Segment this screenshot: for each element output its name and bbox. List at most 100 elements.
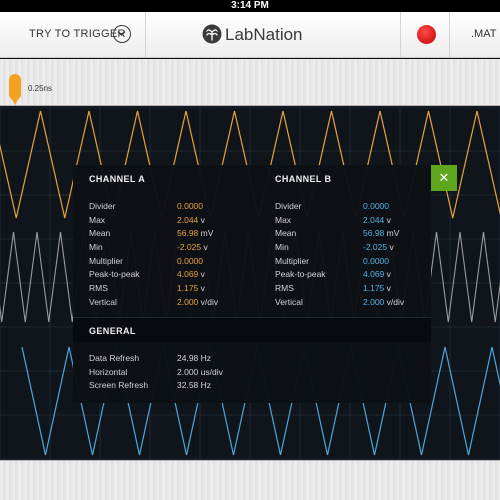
measurement-value: 2.044 v <box>363 215 391 225</box>
measurement-number: 56.98 <box>177 228 199 239</box>
measurement-label: Peak-to-peak <box>89 269 140 280</box>
measurement-unit: v <box>384 214 391 225</box>
measurement-unit: v <box>384 269 391 280</box>
status-bar: 3:14 PM <box>0 0 500 12</box>
measurement-row: Max 2.044 v <box>275 215 425 229</box>
chevron-down-icon <box>113 25 131 43</box>
measurement-value: 2.000 v/div <box>177 297 218 307</box>
measurement-label: Peak-to-peak <box>275 269 326 280</box>
measurement-label: Screen Refresh <box>89 380 149 391</box>
measurement-label: Divider <box>275 201 302 211</box>
measurement-value: 24.98 Hz <box>177 353 211 363</box>
measurement-unit: mV <box>198 228 214 239</box>
measurement-number: 0.0000 <box>363 201 389 211</box>
channel-a-measurements: Divider 0.0000 Max 2.044 v Mean 56.98 mV Min -2… <box>89 201 239 311</box>
measurement-label: RMS <box>89 283 108 294</box>
trigger-button[interactable]: TRY TO TRIGGER <box>0 12 146 58</box>
measurement-number: 2.000 us/div <box>177 366 223 377</box>
measurement-value: 4.069 v <box>177 269 205 279</box>
measurement-label: Mean <box>89 228 111 239</box>
measurement-row: Divider 0.0000 <box>275 201 425 215</box>
measurement-number: 24.98 Hz <box>177 353 212 363</box>
measurement-row: Min -2.025 v <box>275 242 425 256</box>
measurement-row: Multiplier 0.0000 <box>89 256 239 270</box>
measurement-number: 56.98 <box>363 228 385 239</box>
measurement-label: Max <box>89 214 106 225</box>
measurement-label: RMS <box>275 283 294 294</box>
measurement-unit: v/div <box>198 296 219 307</box>
record-button[interactable] <box>400 12 450 58</box>
measurement-unit: v <box>198 283 205 294</box>
marker-label: 0.25ns <box>28 84 53 93</box>
measurement-number: 0.0000 <box>177 255 203 266</box>
measurement-label: Horizontal <box>89 366 128 377</box>
measurement-row: Mean 56.98 mV <box>275 228 425 242</box>
trigger-marker-icon[interactable] <box>8 74 22 106</box>
measurement-label: Min <box>275 242 289 253</box>
measurement-unit: v <box>198 269 205 280</box>
measurement-value: 1.175 v <box>177 283 205 293</box>
measurement-number: 2.044 <box>177 214 199 225</box>
measurement-row: Mean 56.98 mV <box>89 228 239 242</box>
measurement-number: 2.000 <box>177 296 199 307</box>
toolbar: TRY TO TRIGGER LabNation .MAT <box>0 12 500 58</box>
measurement-number: 0.0000 <box>177 201 203 211</box>
measurement-label: Mean <box>275 228 297 239</box>
measurement-value: 1.175 v <box>363 283 391 293</box>
measurement-row: Data Refresh 24.98 Hz <box>89 353 239 367</box>
measurement-row: Peak-to-peak 4.069 v <box>275 269 425 283</box>
measurement-value: 0.0000 <box>177 256 203 266</box>
measurement-row: Vertical 2.000 v/div <box>275 297 425 311</box>
measurement-number: 32.58 Hz <box>177 380 212 391</box>
export-mat-button[interactable]: .MAT <box>471 28 496 40</box>
measurement-row: Max 2.044 v <box>89 215 239 229</box>
measurement-number: 0.0000 <box>363 255 389 266</box>
measurement-label: Multiplier <box>275 255 310 266</box>
measurement-number: -2.025 <box>363 242 388 253</box>
trigger-label: TRY TO TRIGGER <box>29 28 126 40</box>
measurement-value: 4.069 v <box>363 269 391 279</box>
record-icon <box>417 25 436 44</box>
measurement-value: 2.000 v/div <box>363 297 404 307</box>
measurements-panel: CHANNEL A CHANNEL B Divider 0.0000 Max 2.04… <box>73 165 431 403</box>
measurement-unit: v <box>198 214 205 225</box>
measurement-row: Vertical 2.000 v/div <box>89 297 239 311</box>
measurement-value: 32.58 Hz <box>177 380 211 390</box>
channel-b-title: CHANNEL B <box>275 174 332 184</box>
channel-a-title: CHANNEL A <box>89 174 146 184</box>
measurement-row: Min -2.025 v <box>89 242 239 256</box>
measurement-number: -2.025 <box>177 242 202 253</box>
measurement-number: 1.175 <box>363 283 385 294</box>
measurement-label: Vertical <box>275 296 303 307</box>
measurement-unit: v <box>384 283 391 294</box>
measurement-label: Min <box>89 242 103 253</box>
measurement-row: RMS 1.175 v <box>275 283 425 297</box>
measurement-value: 56.98 mV <box>177 228 213 238</box>
measurement-unit: mV <box>384 228 400 239</box>
measurement-label: Max <box>275 214 292 225</box>
measurement-row: RMS 1.175 v <box>89 283 239 297</box>
measurement-value: 0.0000 <box>363 256 389 266</box>
timeline-strip: 0.25ns <box>0 59 500 106</box>
measurement-unit: v/div <box>384 296 405 307</box>
channel-b-measurements: Divider 0.0000 Max 2.044 v Mean 56.98 mV Min -2… <box>275 201 425 311</box>
brand-logo: LabNation <box>202 22 303 48</box>
measurement-row: Horizontal 2.000 us/div <box>89 367 239 381</box>
measurement-number: 4.069 <box>363 269 385 280</box>
measurement-number: 4.069 <box>177 269 199 280</box>
brand-name: LabNation <box>225 25 303 44</box>
measurement-unit: v <box>387 242 394 253</box>
measurement-row: Peak-to-peak 4.069 v <box>89 269 239 283</box>
general-title: GENERAL <box>89 326 136 336</box>
measurement-value: 0.0000 <box>177 201 203 211</box>
measurement-label: Data Refresh <box>89 353 140 363</box>
close-panel-button[interactable]: ✕ <box>431 165 457 191</box>
measurement-unit: v <box>201 242 208 253</box>
bottom-strip <box>0 460 500 500</box>
measurement-number: 1.175 <box>177 283 199 294</box>
measurement-value: 2.044 v <box>177 215 205 225</box>
labnation-logo-icon <box>202 24 222 44</box>
measurement-label: Multiplier <box>89 255 124 266</box>
close-icon: ✕ <box>438 170 450 185</box>
measurement-row: Multiplier 0.0000 <box>275 256 425 270</box>
